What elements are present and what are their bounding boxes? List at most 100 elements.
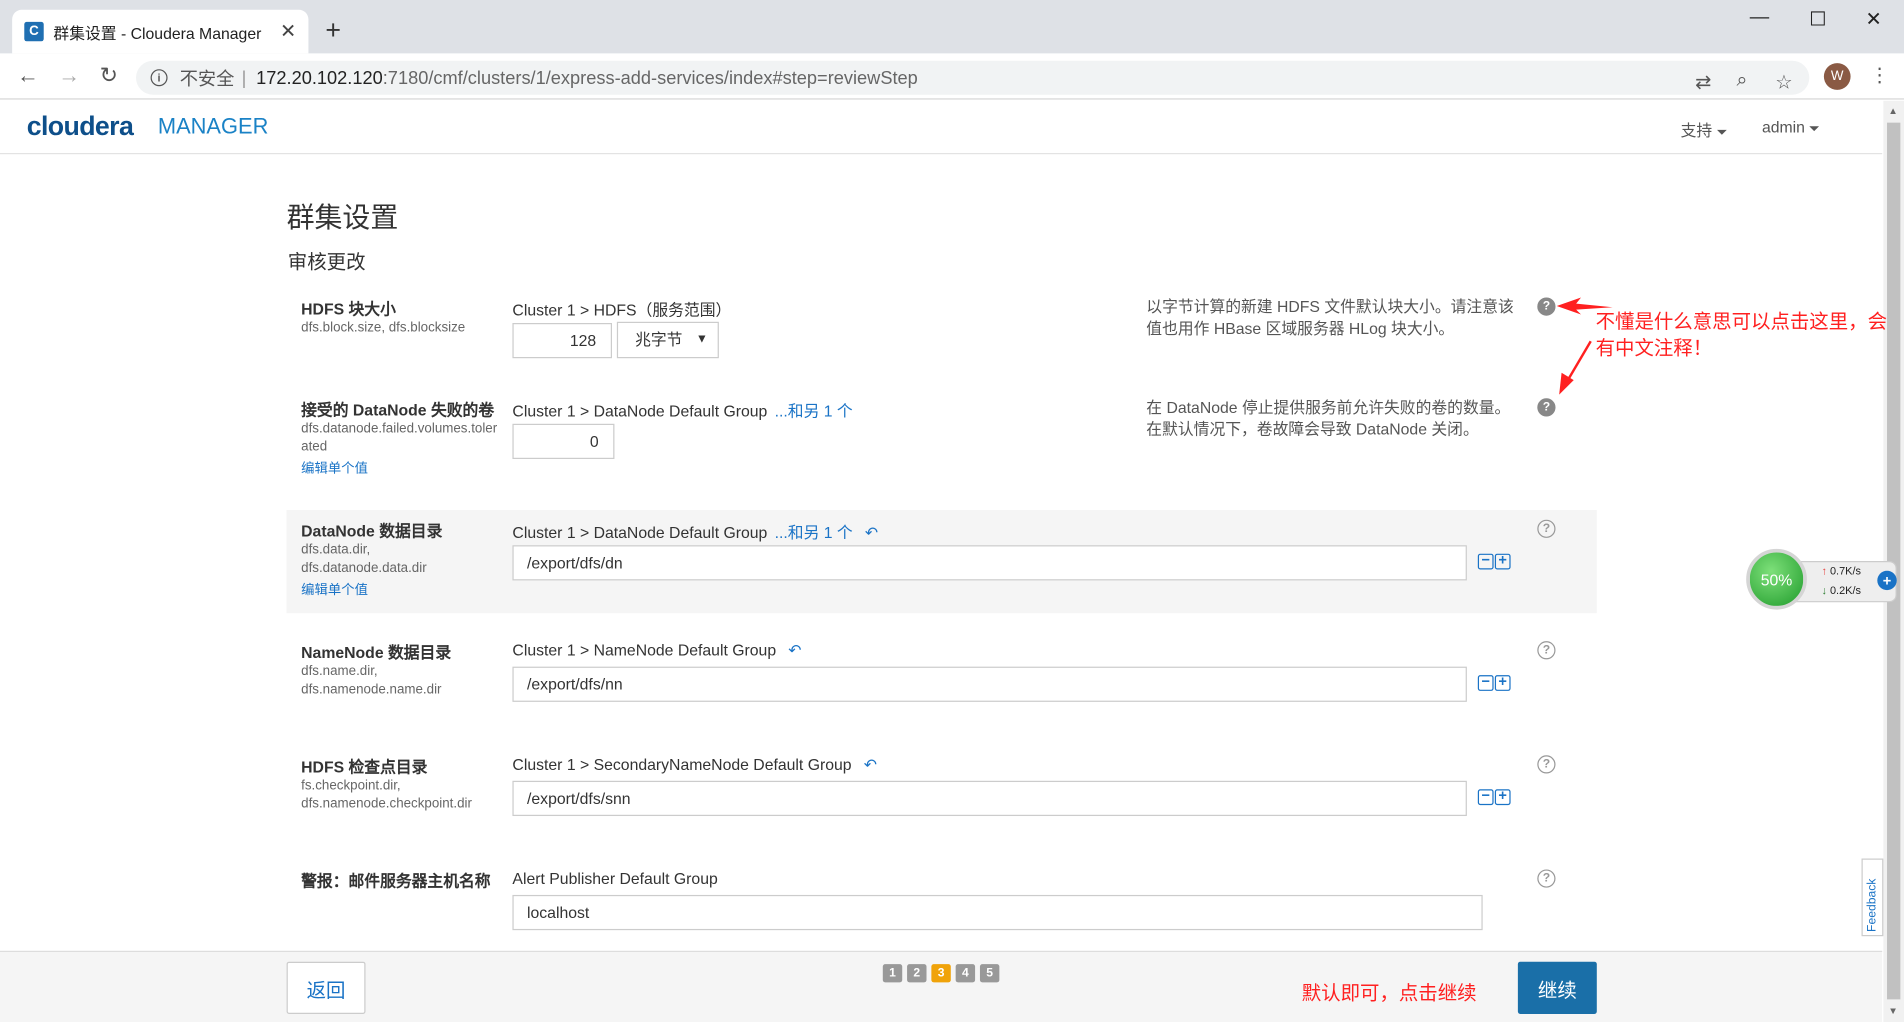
back-arrow-icon[interactable]: ← xyxy=(17,63,39,89)
upload-speed: ↑ 0.7K/s xyxy=(1821,565,1861,577)
more-groups-link[interactable]: ...和另 1 个 xyxy=(775,402,853,420)
continue-button[interactable]: 继续 xyxy=(1517,961,1597,1014)
add-remove-controls: − + xyxy=(1477,674,1511,691)
undo-icon[interactable]: ↶ xyxy=(864,755,877,773)
property-keys: dfs.block.size, dfs.blocksize xyxy=(301,320,466,336)
scope-label: Cluster 1 > SecondaryNameNode Default Gr… xyxy=(512,755,852,774)
help-icon[interactable]: ? xyxy=(1537,641,1556,660)
new-tab-icon[interactable]: + xyxy=(325,15,341,47)
property-name: DataNode 数据目录 xyxy=(301,522,443,541)
help-icon[interactable]: ? xyxy=(1537,755,1556,774)
property-description: 在 DataNode 停止提供服务前允许失败的卷的数量。在默认情况下，卷故障会导… xyxy=(1146,398,1511,439)
separator: | xyxy=(241,67,247,89)
step-3-active[interactable]: 3 xyxy=(931,964,951,983)
translate-icon[interactable]: ⇄ xyxy=(1695,70,1711,94)
page-subtitle: 审核更改 xyxy=(287,252,366,274)
address-bar[interactable]: i 不安全 | 172.20.102.120 :7180/cmf/cluster… xyxy=(136,60,1810,95)
browser-tabstrip: C 群集设置 - Cloudera Manager ✕ + — ☐ ✕ xyxy=(0,0,1904,54)
browser-toolbar: ← → ↻ i 不安全 | 172.20.102.120 :7180/cmf/c… xyxy=(0,53,1904,100)
page-title: 群集设置 xyxy=(286,201,399,234)
info-icon[interactable]: i xyxy=(150,69,168,87)
app-header: cloudera MANAGER 支持 admin xyxy=(0,101,1883,155)
annotation-arrow-line xyxy=(1565,340,1592,384)
remove-icon[interactable]: − xyxy=(1477,674,1494,691)
step-indicator: 1 2 3 4 5 xyxy=(882,964,1000,983)
undo-icon[interactable]: ↶ xyxy=(788,641,801,659)
manager-logo-text: MANAGER xyxy=(157,114,269,139)
url-path: :7180/cmf/clusters/1/express-add-service… xyxy=(382,67,918,89)
scope-label: Cluster 1 > HDFS（服务范围） xyxy=(512,301,732,320)
add-remove-controls: − + xyxy=(1477,553,1511,570)
property-description: 以字节计算的新建 HDFS 文件默认块大小。请注意该值也用作 HBase 区域服… xyxy=(1146,297,1514,338)
upload-arrow-icon: ↑ xyxy=(1821,564,1830,577)
minimize-icon[interactable]: — xyxy=(1732,7,1788,29)
feedback-label: Feedback xyxy=(1865,878,1880,932)
help-icon[interactable]: ? xyxy=(1537,869,1556,888)
property-keys: dfs.name.dir, dfs.namenode.name.dir xyxy=(301,664,442,698)
admin-menu[interactable]: admin xyxy=(1762,118,1820,136)
property-keys: fs.checkpoint.dir, dfs.namenode.checkpoi… xyxy=(301,778,472,812)
support-menu[interactable]: 支持 xyxy=(1681,118,1727,141)
network-speed-widget[interactable]: 50% ↑ 0.7K/s ↓ 0.2K/s + xyxy=(1746,548,1899,610)
step-1[interactable]: 1 xyxy=(882,964,903,983)
maximize-icon[interactable]: ☐ xyxy=(1790,7,1846,31)
reload-icon[interactable]: ↻ xyxy=(100,63,118,89)
back-button[interactable]: 返回 xyxy=(286,961,366,1014)
datanode-dir-input[interactable]: /export/dfs/dn xyxy=(512,545,1467,581)
step-5[interactable]: 5 xyxy=(979,964,1000,983)
property-name: NameNode 数据目录 xyxy=(301,643,452,662)
edit-individual-values-link[interactable]: 编辑单个值 xyxy=(301,458,368,477)
profile-avatar[interactable]: W xyxy=(1823,63,1851,90)
scroll-up-icon[interactable]: ▲ xyxy=(1888,106,1898,117)
edit-individual-values-link[interactable]: 编辑单个值 xyxy=(301,579,368,598)
url-host: 172.20.102.120 xyxy=(256,67,383,89)
scope-label: Cluster 1 > DataNode Default Group xyxy=(512,401,768,421)
property-scope: Cluster 1 > DataNode Default Group ...和另 … xyxy=(512,398,852,421)
help-annotation: 不懂是什么意思可以点击这里，会有中文注释！ xyxy=(1595,309,1888,360)
property-scope: Cluster 1 > DataNode Default Group ...和另 … xyxy=(512,520,878,543)
remove-icon[interactable]: − xyxy=(1477,553,1494,570)
step-2[interactable]: 2 xyxy=(907,964,927,983)
step-4[interactable]: 4 xyxy=(955,964,976,983)
property-scope: Cluster 1 > HDFS（服务范围） xyxy=(512,298,731,321)
add-icon[interactable]: + xyxy=(1494,553,1511,570)
namenode-dir-input[interactable]: /export/dfs/nn xyxy=(512,666,1467,702)
browser-tab[interactable]: C 群集设置 - Cloudera Manager ✕ xyxy=(12,9,309,54)
remove-icon[interactable]: − xyxy=(1477,788,1494,806)
help-icon[interactable]: ? xyxy=(1537,297,1556,316)
zoom-icon[interactable]: ⌕ xyxy=(1736,70,1747,92)
feedback-tab[interactable]: Feedback xyxy=(1861,858,1884,937)
tab-title: 群集设置 - Cloudera Manager xyxy=(53,23,262,42)
browser-menu-icon[interactable]: ⋮ xyxy=(1870,63,1889,87)
tab-close-icon[interactable]: ✕ xyxy=(280,19,296,43)
checkpoint-dir-input[interactable]: /export/dfs/snn xyxy=(512,780,1467,817)
continue-annotation: 默认即可，点击继续 xyxy=(1301,981,1477,1005)
scroll-down-icon[interactable]: ▼ xyxy=(1888,1005,1898,1016)
mail-host-input[interactable]: localhost xyxy=(512,894,1483,931)
speed-plus-icon[interactable]: + xyxy=(1877,570,1897,591)
caret-down-icon xyxy=(1717,129,1727,135)
cloudera-logo[interactable]: cloudera xyxy=(27,111,134,143)
add-icon[interactable]: + xyxy=(1494,674,1511,691)
window-close-icon[interactable]: ✕ xyxy=(1846,7,1902,31)
failed-volumes-input[interactable]: 0 xyxy=(512,423,615,460)
more-groups-link[interactable]: ...和另 1 个 xyxy=(775,523,853,541)
speed-percent: 50% xyxy=(1746,548,1807,610)
bookmark-star-icon[interactable]: ☆ xyxy=(1775,70,1792,94)
property-name: HDFS 块大小 xyxy=(301,299,396,319)
undo-icon[interactable]: ↶ xyxy=(865,523,878,541)
property-scope: Cluster 1 > NameNode Default Group ↶ xyxy=(512,641,801,660)
forward-arrow-icon[interactable]: → xyxy=(58,63,80,89)
block-size-input[interactable]: 128 xyxy=(512,323,613,359)
scope-label: Cluster 1 > DataNode Default Group xyxy=(512,523,768,542)
property-scope: Cluster 1 > SecondaryNameNode Default Gr… xyxy=(512,755,877,774)
help-icon[interactable]: ? xyxy=(1537,519,1556,538)
unit-select[interactable]: 兆字节 ▼ xyxy=(616,321,719,359)
scope-label: Alert Publisher Default Group xyxy=(512,869,718,888)
add-remove-controls: − + xyxy=(1477,788,1511,806)
admin-label: admin xyxy=(1761,117,1805,137)
property-keys: dfs.data.dir, dfs.datanode.data.dir xyxy=(301,542,427,576)
help-icon[interactable]: ? xyxy=(1537,398,1556,417)
select-arrow-icon: ▼ xyxy=(695,332,708,347)
add-icon[interactable]: + xyxy=(1494,788,1511,806)
